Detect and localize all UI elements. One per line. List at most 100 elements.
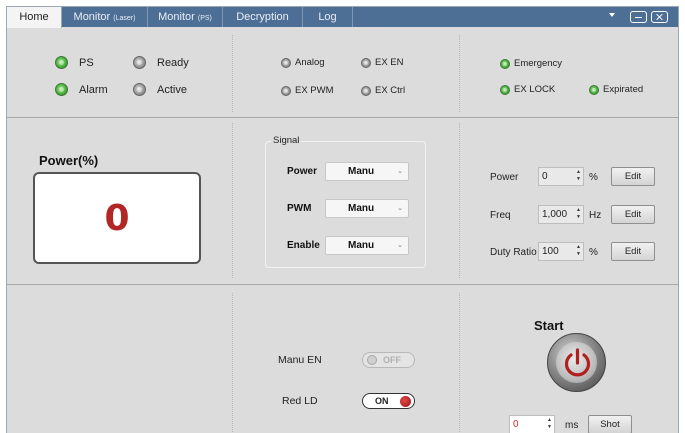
shot-unit: ms [565,420,579,431]
signal-power-label: Power [287,166,318,177]
led-label: EX Ctrl [375,85,406,96]
toggle-knob [400,396,411,407]
edit-freq-button[interactable]: Edit [611,205,655,224]
tab-monitor-ps[interactable]: Monitor (PS) [148,7,223,27]
led-expirated: Expirated [589,84,643,95]
led-alarm: Alarm [55,83,108,96]
spinner-icon[interactable]: ▲ ▼ [575,244,582,259]
led-label: Analog [295,57,325,68]
dropdown-arrow-icon[interactable] [609,13,615,17]
led-label: Ready [157,56,189,69]
led-green-icon [500,84,510,95]
spinner-icon[interactable]: ▲ ▼ [575,207,582,222]
start-label: Start [534,318,564,333]
input-value: 0 [542,171,548,182]
led-label: Active [157,83,187,96]
tab-decryption[interactable]: Decryption [223,7,303,27]
led-label: EX PWM [295,85,334,96]
section-divider [7,284,678,285]
signal-enable-label: Enable [287,240,320,251]
led-green-icon [500,58,510,69]
toggle-knob [367,355,377,365]
signal-pwm-select[interactable]: Manu ⌄ [325,199,409,218]
setting-duty-label: Duty Ratio [490,247,537,258]
tab-log[interactable]: Log [303,7,353,27]
led-ex-pwm: EX PWM [281,85,334,96]
column-divider [232,35,233,112]
column-divider [232,293,233,433]
signal-legend: Signal [271,135,302,146]
tab-label: Monitor [158,11,195,23]
start-power-button[interactable] [547,333,606,392]
tab-home[interactable]: Home [7,7,62,28]
led-ex-ctrl: EX Ctrl [361,85,405,96]
tab-label: Log [318,11,337,23]
led-label: EX LOCK [514,84,556,95]
led-gray-icon [133,83,146,96]
select-value: Manu [348,203,375,214]
duty-unit: % [589,247,598,258]
select-value: Manu [348,240,375,251]
toggle-state: OFF [383,355,401,365]
red-ld-toggle[interactable]: ON [362,393,415,409]
chevron-down-icon: ⌄ [397,242,403,249]
led-gray-icon [361,85,371,96]
close-icon[interactable] [651,11,668,23]
manu-en-toggle[interactable]: OFF [362,352,415,368]
minimize-icon[interactable] [630,11,647,23]
column-divider [459,123,460,278]
column-divider [232,123,233,278]
setting-freq-label: Freq [490,210,511,221]
manu-en-label: Manu EN [278,354,322,366]
power-value: 0 [104,197,130,239]
column-divider [459,35,460,112]
shot-button[interactable]: Shot [588,415,632,433]
tab-sublabel: (PS) [197,15,212,22]
signal-pwm-label: PWM [287,203,312,214]
led-label: Alarm [79,83,108,96]
column-divider [459,293,460,433]
led-gray-icon [281,85,291,96]
chevron-down-icon: ⌄ [397,205,403,212]
led-active: Active [133,83,187,96]
input-value: 0 [513,419,519,430]
edit-duty-button[interactable]: Edit [611,242,655,261]
led-label: PS [79,56,94,69]
tab-sublabel: (Laser) [113,15,136,22]
led-ps: PS [55,56,94,69]
led-gray-icon [281,57,291,68]
spinner-icon[interactable]: ▲ ▼ [575,169,582,184]
tab-bar: Home Monitor (Laser) Monitor (PS) Decryp… [7,7,678,28]
led-ex-en: EX EN [361,57,404,68]
edit-power-button[interactable]: Edit [611,167,655,186]
power-icon [564,348,591,377]
power-unit: % [589,172,598,183]
setting-power-label: Power [490,172,519,183]
power-title: Power(%) [39,153,99,168]
tab-label: Monitor [73,11,111,23]
signal-enable-select[interactable]: Manu ⌄ [325,236,409,255]
led-label: Expirated [603,84,644,95]
tab-label: Decryption [236,11,289,23]
freq-input[interactable]: 1,000 ▲ ▼ [538,205,584,224]
toggle-state: ON [375,396,389,406]
input-value: 100 [542,246,559,257]
led-green-icon [55,56,68,69]
power-readout: 0 [33,172,201,264]
tab-monitor-laser[interactable]: Monitor (Laser) [62,7,148,27]
section-divider [7,117,678,118]
led-gray-icon [133,56,146,69]
led-label: Emergency [514,58,563,69]
led-green-icon [589,84,599,95]
tab-label: Home [19,11,49,23]
power-input[interactable]: 0 ▲ ▼ [538,167,584,186]
duty-ratio-input[interactable]: 100 ▲ ▼ [538,242,584,261]
led-ex-lock: EX LOCK [500,84,555,95]
chevron-down-icon: ⌄ [397,168,403,175]
signal-power-select[interactable]: Manu ⌄ [325,162,409,181]
main-window: Home Monitor (Laser) Monitor (PS) Decryp… [6,6,679,433]
red-ld-label: Red LD [282,395,318,407]
spinner-icon[interactable]: ▲ ▼ [546,417,553,432]
shot-duration-input[interactable]: 0 ▲ ▼ [509,415,555,433]
led-label: EX EN [375,57,404,68]
